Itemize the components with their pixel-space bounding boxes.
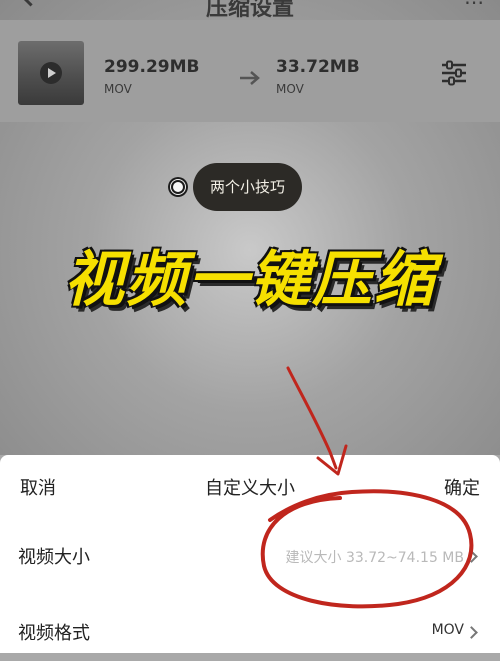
custom-size-sheet: 取消 自定义大小 确定 视频大小 建议大小 33.72~74.15 MB 视频格…: [0, 455, 500, 653]
chevron-right-icon: [465, 626, 478, 639]
video-size-label: 视频大小: [18, 547, 90, 568]
compressed-size: 33.72MB: [276, 57, 360, 77]
sheet-header: 取消 自定义大小 确定: [0, 455, 500, 517]
video-size-row[interactable]: 视频大小 建议大小 33.72~74.15 MB: [0, 525, 500, 585]
original-size-block: 299.29MB MOV: [104, 58, 199, 96]
video-format-value: MOV: [431, 622, 464, 638]
video-size-value: 建议大小 33.72~74.15 MB: [285, 550, 464, 566]
top-nav-bar: 压缩设置 ⋯: [0, 0, 500, 20]
tip-dot-icon: [168, 177, 188, 197]
original-size: 299.29MB: [104, 57, 200, 77]
chevron-right-icon: [465, 550, 478, 563]
file-info-card: 299.29MB MOV 33.72MB MOV: [0, 20, 500, 122]
page-title: 压缩设置: [205, 0, 294, 20]
sheet-title: 自定义大小: [205, 478, 295, 499]
video-format-label: 视频格式: [18, 623, 90, 644]
video-thumbnail[interactable]: [18, 41, 84, 105]
tip-badge: 两个小技巧: [193, 163, 302, 211]
play-icon: [40, 62, 62, 84]
overlay-headline: 视频一键压缩: [64, 245, 436, 315]
more-icon[interactable]: ⋯: [464, 0, 484, 14]
video-format-row[interactable]: 视频格式 MOV: [0, 601, 500, 661]
sliders-settings-icon[interactable]: [440, 60, 468, 86]
compressed-format: MOV: [276, 82, 304, 96]
original-format: MOV: [104, 82, 132, 96]
confirm-button[interactable]: 确定: [444, 474, 480, 500]
compressed-size-block: 33.72MB MOV: [276, 58, 360, 96]
arrow-right-icon: [240, 71, 260, 85]
